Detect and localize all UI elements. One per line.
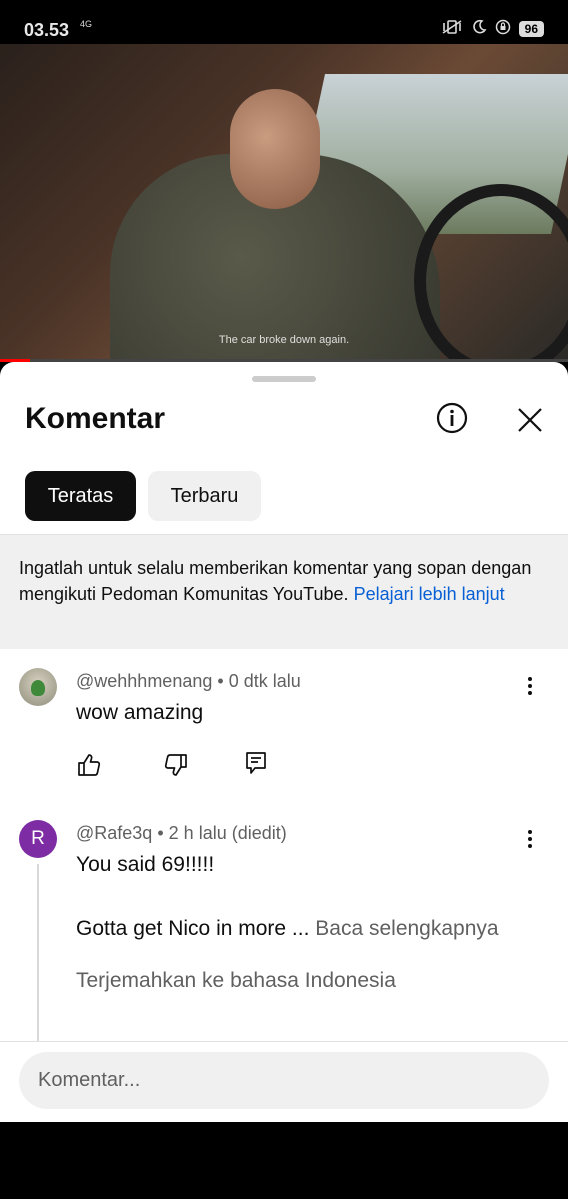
close-icon[interactable] bbox=[514, 404, 546, 436]
reply-icon[interactable] bbox=[243, 750, 269, 776]
tab-top-comments[interactable]: Teratas bbox=[25, 471, 136, 521]
plant-image bbox=[31, 680, 45, 696]
divider bbox=[0, 1041, 568, 1042]
comment-meta: @Rafe3q • 2 h lalu (diedit) bbox=[76, 823, 287, 844]
status-time: 03.53 bbox=[24, 20, 70, 40]
guidelines-link[interactable]: Pelajari lebih lanjut bbox=[354, 584, 505, 604]
comment-input-container[interactable] bbox=[19, 1052, 549, 1109]
thread-line bbox=[37, 864, 39, 1042]
comment-text-line1: You said 69!!!!! bbox=[76, 853, 215, 876]
panel-title: Komentar bbox=[25, 402, 166, 435]
like-icon[interactable] bbox=[76, 752, 102, 778]
community-notice: Ingatlah untuk selalu memberikan komenta… bbox=[0, 535, 568, 649]
comment-text-line2: Gotta get Nico in more ... Baca selengka… bbox=[76, 917, 499, 941]
info-icon[interactable] bbox=[436, 402, 468, 434]
moon-icon bbox=[471, 19, 487, 38]
translate-link[interactable]: Terjemahkan ke bahasa Indonesia bbox=[76, 969, 396, 993]
drag-handle[interactable] bbox=[252, 376, 316, 382]
meta-separator: • bbox=[157, 823, 164, 843]
comment-meta: @wehhhmenang • 0 dtk lalu bbox=[76, 671, 301, 692]
comments-panel: Komentar Teratas Terbaru Ingatlah untuk … bbox=[0, 362, 568, 1122]
notice-text: Ingatlah untuk selalu memberikan komenta… bbox=[19, 555, 559, 607]
comment-text: wow amazing bbox=[76, 701, 204, 724]
read-more-link[interactable]: Baca selengkapnya bbox=[315, 917, 498, 940]
comment-time: 2 h lalu (diedit) bbox=[168, 823, 287, 843]
battery-indicator: 96 bbox=[518, 20, 544, 37]
meta-separator: • bbox=[217, 671, 224, 691]
avatar[interactable]: R bbox=[19, 820, 57, 858]
network-indicator: 4G bbox=[80, 19, 93, 29]
comment-input[interactable] bbox=[19, 1052, 549, 1109]
comment-time: 0 dtk lalu bbox=[228, 671, 301, 691]
more-options-icon[interactable] bbox=[518, 827, 542, 851]
status-icons: 96 bbox=[441, 19, 544, 38]
driver-head bbox=[230, 89, 320, 209]
comment-author[interactable]: @wehhhmenang bbox=[76, 671, 212, 691]
comment-excerpt: Gotta get Nico in more ... bbox=[76, 917, 310, 940]
more-options-icon[interactable] bbox=[518, 674, 542, 698]
lock-rotation-icon bbox=[495, 19, 511, 38]
comment-author[interactable]: @Rafe3q bbox=[76, 823, 152, 843]
tab-newest[interactable]: Terbaru bbox=[148, 471, 261, 521]
video-player[interactable]: The car broke down again. bbox=[0, 44, 568, 362]
video-caption: The car broke down again. bbox=[218, 334, 350, 346]
avatar[interactable] bbox=[19, 668, 57, 706]
dislike-icon[interactable] bbox=[163, 752, 189, 778]
vibrate-icon bbox=[441, 19, 463, 38]
status-bar: 03.53 4G 96 bbox=[0, 0, 568, 44]
